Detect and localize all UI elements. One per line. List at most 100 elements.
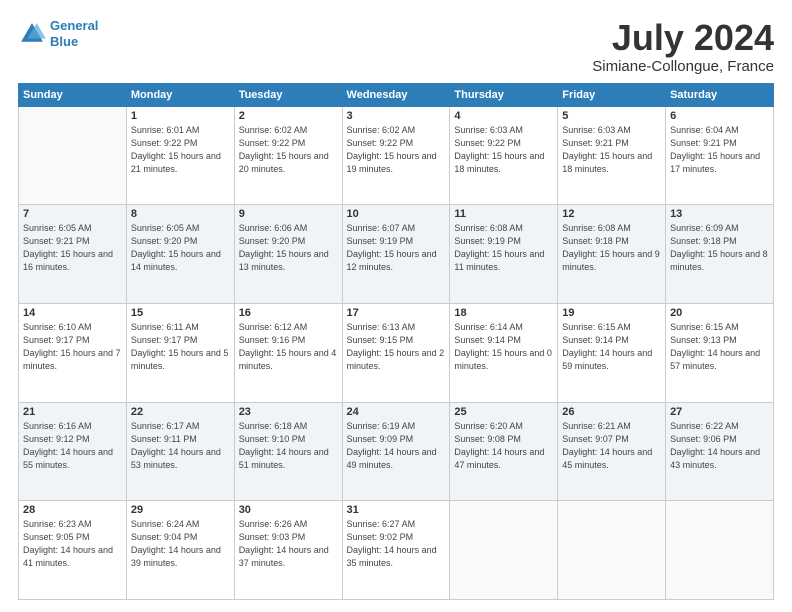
subtitle: Simiane-Collongue, France (592, 58, 774, 75)
calendar-cell: 29 Sunrise: 6:24 AMSunset: 9:04 PMDayligh… (126, 501, 234, 600)
weekday-header-wednesday: Wednesday (342, 83, 450, 106)
day-info: Sunrise: 6:08 AMSunset: 9:19 PMDaylight:… (454, 222, 553, 274)
day-number: 28 (23, 504, 122, 516)
day-number: 22 (131, 406, 230, 418)
calendar-cell: 25 Sunrise: 6:20 AMSunset: 9:08 PMDayligh… (450, 402, 558, 501)
day-info: Sunrise: 6:06 AMSunset: 9:20 PMDaylight:… (239, 222, 338, 274)
calendar-cell: 15 Sunrise: 6:11 AMSunset: 9:17 PMDayligh… (126, 303, 234, 402)
day-number: 6 (670, 110, 769, 122)
day-number: 15 (131, 307, 230, 319)
calendar-cell: 23 Sunrise: 6:18 AMSunset: 9:10 PMDayligh… (234, 402, 342, 501)
day-info: Sunrise: 6:05 AMSunset: 9:20 PMDaylight:… (131, 222, 230, 274)
day-info: Sunrise: 6:20 AMSunset: 9:08 PMDaylight:… (454, 420, 553, 472)
day-info: Sunrise: 6:27 AMSunset: 9:02 PMDaylight:… (347, 518, 446, 570)
day-number: 20 (670, 307, 769, 319)
day-number: 8 (131, 208, 230, 220)
calendar-cell (19, 106, 127, 205)
calendar-cell (450, 501, 558, 600)
calendar-cell: 26 Sunrise: 6:21 AMSunset: 9:07 PMDayligh… (558, 402, 666, 501)
day-info: Sunrise: 6:03 AMSunset: 9:21 PMDaylight:… (562, 124, 661, 176)
calendar-cell: 4 Sunrise: 6:03 AMSunset: 9:22 PMDaylight… (450, 106, 558, 205)
day-info: Sunrise: 6:14 AMSunset: 9:14 PMDaylight:… (454, 321, 553, 373)
calendar-week-row: 1 Sunrise: 6:01 AMSunset: 9:22 PMDaylight… (19, 106, 774, 205)
calendar-cell (666, 501, 774, 600)
calendar-week-row: 28Sunrise: 6:23 AMSunset: 9:05 PMDayligh… (19, 501, 774, 600)
calendar-cell: 5 Sunrise: 6:03 AMSunset: 9:21 PMDaylight… (558, 106, 666, 205)
day-info: Sunrise: 6:10 AMSunset: 9:17 PMDaylight:… (23, 321, 122, 373)
logo-text: General Blue (50, 18, 98, 49)
day-info: Sunrise: 6:03 AMSunset: 9:22 PMDaylight:… (454, 124, 553, 176)
day-info: Sunrise: 6:12 AMSunset: 9:16 PMDaylight:… (239, 321, 338, 373)
day-number: 30 (239, 504, 338, 516)
day-info: Sunrise: 6:18 AMSunset: 9:10 PMDaylight:… (239, 420, 338, 472)
calendar-cell: 13Sunrise: 6:09 AMSunset: 9:18 PMDayligh… (666, 205, 774, 304)
day-info: Sunrise: 6:02 AMSunset: 9:22 PMDaylight:… (239, 124, 338, 176)
calendar-cell: 8 Sunrise: 6:05 AMSunset: 9:20 PMDaylight… (126, 205, 234, 304)
day-info: Sunrise: 6:01 AMSunset: 9:22 PMDaylight:… (131, 124, 230, 176)
title-block: July 2024 Simiane-Collongue, France (592, 18, 774, 75)
day-number: 24 (347, 406, 446, 418)
day-info: Sunrise: 6:04 AMSunset: 9:21 PMDaylight:… (670, 124, 769, 176)
day-number: 13 (670, 208, 769, 220)
weekday-header-thursday: Thursday (450, 83, 558, 106)
day-number: 3 (347, 110, 446, 122)
calendar-cell: 1 Sunrise: 6:01 AMSunset: 9:22 PMDaylight… (126, 106, 234, 205)
calendar-cell: 22 Sunrise: 6:17 AMSunset: 9:11 PMDayligh… (126, 402, 234, 501)
day-number: 29 (131, 504, 230, 516)
day-number: 26 (562, 406, 661, 418)
day-number: 5 (562, 110, 661, 122)
calendar-cell: 10 Sunrise: 6:07 AMSunset: 9:19 PMDayligh… (342, 205, 450, 304)
weekday-header-saturday: Saturday (666, 83, 774, 106)
day-number: 14 (23, 307, 122, 319)
logo-line1: General (50, 18, 98, 33)
day-number: 1 (131, 110, 230, 122)
day-number: 4 (454, 110, 553, 122)
day-info: Sunrise: 6:02 AMSunset: 9:22 PMDaylight:… (347, 124, 446, 176)
calendar-cell: 30 Sunrise: 6:26 AMSunset: 9:03 PMDayligh… (234, 501, 342, 600)
calendar-week-row: 21 Sunrise: 6:16 AMSunset: 9:12 PMDayligh… (19, 402, 774, 501)
day-info: Sunrise: 6:17 AMSunset: 9:11 PMDaylight:… (131, 420, 230, 472)
calendar-cell: 6 Sunrise: 6:04 AMSunset: 9:21 PMDaylight… (666, 106, 774, 205)
page: General Blue July 2024 Simiane-Collongue… (0, 0, 792, 612)
day-number: 23 (239, 406, 338, 418)
calendar-cell: 27Sunrise: 6:22 AMSunset: 9:06 PMDayligh… (666, 402, 774, 501)
calendar-cell: 17 Sunrise: 6:13 AMSunset: 9:15 PMDayligh… (342, 303, 450, 402)
day-info: Sunrise: 6:05 AMSunset: 9:21 PMDaylight:… (23, 222, 122, 274)
day-info: Sunrise: 6:16 AMSunset: 9:12 PMDaylight:… (23, 420, 122, 472)
logo: General Blue (18, 18, 98, 49)
day-info: Sunrise: 6:11 AMSunset: 9:17 PMDaylight:… (131, 321, 230, 373)
day-info: Sunrise: 6:22 AMSunset: 9:06 PMDaylight:… (670, 420, 769, 472)
day-number: 17 (347, 307, 446, 319)
weekday-header-friday: Friday (558, 83, 666, 106)
calendar-cell: 12Sunrise: 6:08 AMSunset: 9:18 PMDayligh… (558, 205, 666, 304)
calendar-cell: 11Sunrise: 6:08 AMSunset: 9:19 PMDayligh… (450, 205, 558, 304)
calendar-cell: 24 Sunrise: 6:19 AMSunset: 9:09 PMDayligh… (342, 402, 450, 501)
header: General Blue July 2024 Simiane-Collongue… (18, 18, 774, 75)
main-title: July 2024 (592, 18, 774, 58)
day-info: Sunrise: 6:24 AMSunset: 9:04 PMDaylight:… (131, 518, 230, 570)
day-info: Sunrise: 6:19 AMSunset: 9:09 PMDaylight:… (347, 420, 446, 472)
day-number: 12 (562, 208, 661, 220)
calendar-cell: 7Sunrise: 6:05 AMSunset: 9:21 PMDaylight… (19, 205, 127, 304)
day-number: 21 (23, 406, 122, 418)
logo-line2: Blue (50, 34, 78, 49)
weekday-header-row: SundayMondayTuesdayWednesdayThursdayFrid… (19, 83, 774, 106)
day-info: Sunrise: 6:26 AMSunset: 9:03 PMDaylight:… (239, 518, 338, 570)
calendar-cell: 21 Sunrise: 6:16 AMSunset: 9:12 PMDayligh… (19, 402, 127, 501)
calendar-cell: 18 Sunrise: 6:14 AMSunset: 9:14 PMDayligh… (450, 303, 558, 402)
calendar-cell: 9 Sunrise: 6:06 AMSunset: 9:20 PMDaylight… (234, 205, 342, 304)
calendar-week-row: 7Sunrise: 6:05 AMSunset: 9:21 PMDaylight… (19, 205, 774, 304)
day-info: Sunrise: 6:21 AMSunset: 9:07 PMDaylight:… (562, 420, 661, 472)
calendar-cell: 2 Sunrise: 6:02 AMSunset: 9:22 PMDaylight… (234, 106, 342, 205)
calendar-cell: 3 Sunrise: 6:02 AMSunset: 9:22 PMDaylight… (342, 106, 450, 205)
day-number: 10 (347, 208, 446, 220)
day-info: Sunrise: 6:13 AMSunset: 9:15 PMDaylight:… (347, 321, 446, 373)
day-info: Sunrise: 6:07 AMSunset: 9:19 PMDaylight:… (347, 222, 446, 274)
calendar-cell: 16Sunrise: 6:12 AMSunset: 9:16 PMDayligh… (234, 303, 342, 402)
day-number: 31 (347, 504, 446, 516)
day-number: 25 (454, 406, 553, 418)
day-number: 18 (454, 307, 553, 319)
day-number: 2 (239, 110, 338, 122)
day-info: Sunrise: 6:15 AMSunset: 9:14 PMDaylight:… (562, 321, 661, 373)
day-number: 9 (239, 208, 338, 220)
